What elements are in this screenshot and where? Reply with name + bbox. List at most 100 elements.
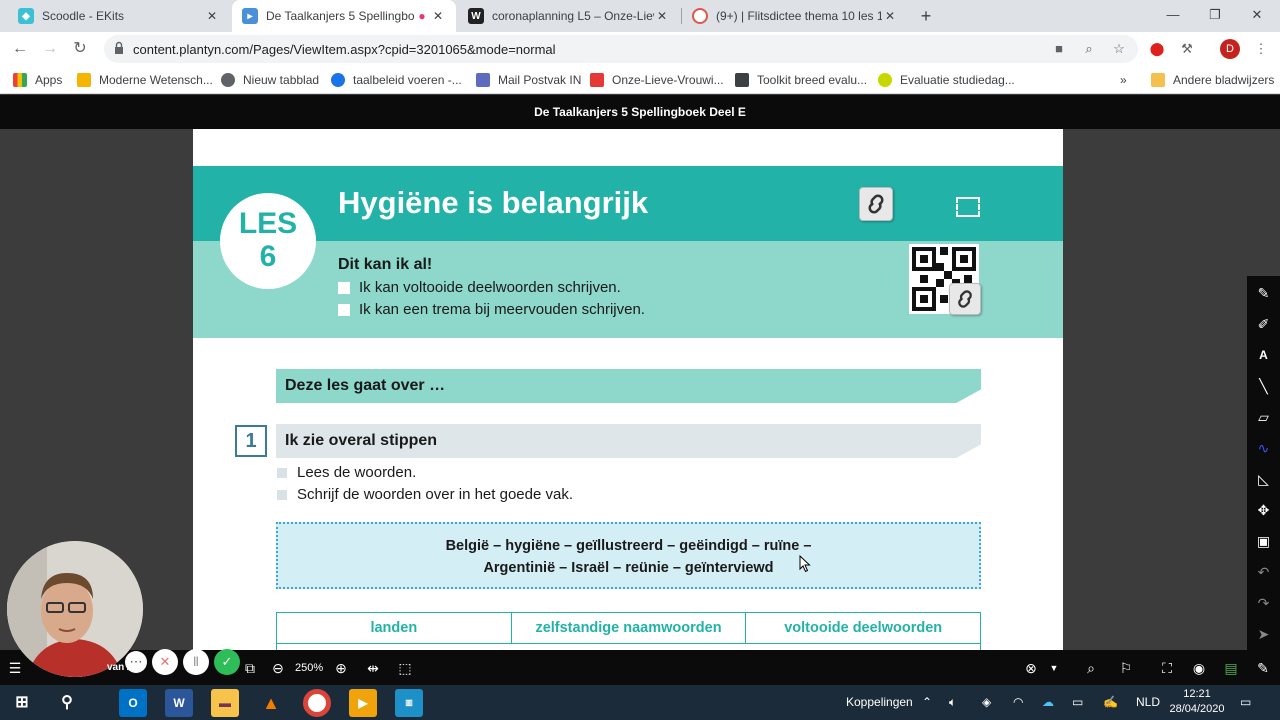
- eye-icon[interactable]: ◉: [1189, 658, 1209, 678]
- new-tab-button[interactable]: +: [914, 4, 938, 28]
- search-icon[interactable]: ⚲: [53, 689, 81, 717]
- recording-icon: ●: [418, 9, 426, 23]
- line-tool-icon[interactable]: ╲: [1247, 371, 1280, 402]
- eraser-icon[interactable]: ▱: [1247, 402, 1280, 433]
- zoom-icon[interactable]: ⌕: [1080, 40, 1098, 58]
- bookmark-item[interactable]: Moderne Wetensch...: [77, 70, 213, 90]
- bookmark-item[interactable]: Nieuw tabblad: [221, 70, 319, 90]
- notifications-icon[interactable]: ▭: [1240, 685, 1251, 720]
- link-icon[interactable]: [859, 187, 893, 221]
- exercise-title: Ik zie overal stippen: [276, 424, 981, 458]
- edit-pen-icon[interactable]: ✎: [1253, 658, 1273, 678]
- wifi-icon[interactable]: ◠: [1013, 685, 1023, 720]
- forward-arrow-icon[interactable]: →: [38, 37, 62, 61]
- pen-icon[interactable]: ✎: [1247, 278, 1280, 309]
- school-icon: [590, 73, 604, 87]
- qr-link-icon[interactable]: [949, 283, 981, 315]
- language-indicator[interactable]: NLD: [1136, 685, 1160, 720]
- film-icon[interactable]: [956, 197, 980, 217]
- lock-icon: [115, 41, 123, 54]
- mail-icon: [476, 73, 490, 87]
- zoom-in-icon[interactable]: ⊕: [331, 658, 351, 678]
- outlook-icon[interactable]: O: [119, 689, 147, 717]
- hamburger-menu-icon[interactable]: ☰: [5, 658, 25, 678]
- tab-coronaplanning[interactable]: W coronaplanning L5 – Onze-Lieve- ✕: [458, 0, 680, 32]
- tab-strip: ◆ Scoodle - EKits ✕ ▸ De Taalkanjers 5 S…: [0, 0, 1280, 32]
- other-bookmarks[interactable]: Andere bladwijzers: [1151, 70, 1274, 90]
- presenter-face-image: [7, 541, 143, 677]
- pointer-icon[interactable]: ➤: [1247, 619, 1280, 650]
- pen-workspace-icon[interactable]: ✍: [1103, 685, 1118, 720]
- close-tab-icon[interactable]: ✕: [654, 9, 670, 23]
- bookmark-item[interactable]: Evaluatie studiedag...: [878, 70, 1015, 90]
- extension-icon[interactable]: ⚒: [1178, 40, 1196, 58]
- lesson-title: Hygiëne is belangrijk: [338, 185, 649, 220]
- bibliotheek-icon[interactable]: ▥: [395, 689, 423, 717]
- battery-icon[interactable]: ▭: [1072, 685, 1083, 720]
- search-icon[interactable]: ⌕: [1081, 658, 1101, 678]
- pause-recording-icon[interactable]: Ⅱ: [183, 649, 209, 675]
- close-tab-icon[interactable]: ✕: [204, 9, 220, 23]
- redo-icon[interactable]: ↷: [1247, 588, 1280, 619]
- finish-recording-icon[interactable]: ✓: [214, 649, 240, 675]
- bookmark-item[interactable]: Toolkit breed evalu...: [735, 70, 867, 90]
- profile-avatar[interactable]: D: [1220, 39, 1240, 59]
- file-explorer-icon[interactable]: ▬: [211, 689, 239, 717]
- camera-icon[interactable]: ■: [1050, 40, 1068, 58]
- windows-start-icon[interactable]: ⊞: [8, 689, 36, 717]
- menu-icon[interactable]: ⋮: [1252, 40, 1270, 58]
- bookmark-item[interactable]: Mail Postvak IN: [476, 70, 581, 90]
- more-options-icon[interactable]: ⋯: [125, 651, 147, 673]
- restore-button[interactable]: ❐: [1192, 0, 1238, 32]
- translate-icon[interactable]: ⊗: [1021, 658, 1041, 678]
- close-tab-icon[interactable]: ✕: [882, 9, 898, 23]
- save-icon[interactable]: ▤: [1221, 658, 1241, 678]
- close-tab-icon[interactable]: ✕: [430, 9, 446, 23]
- dropbox-icon[interactable]: ◈: [982, 685, 991, 720]
- onedrive-icon[interactable]: ☁: [1042, 685, 1054, 720]
- tab-scoodle[interactable]: ◆ Scoodle - EKits ✕: [8, 0, 230, 32]
- webcam-preview: [7, 541, 143, 677]
- bookmarks-overflow-button[interactable]: »: [1120, 70, 1127, 90]
- close-window-button[interactable]: ✕: [1234, 0, 1280, 32]
- connections-label[interactable]: Koppelingen: [846, 685, 913, 720]
- reload-icon[interactable]: ↻: [68, 37, 92, 61]
- lesson-badge: LES 6: [220, 193, 316, 289]
- word-line: Argentinië – Israël – reünie – geïntervi…: [483, 560, 774, 576]
- media-player-icon[interactable]: ▶: [349, 689, 377, 717]
- freehand-icon[interactable]: ∿: [1247, 433, 1280, 464]
- chrome-icon[interactable]: [303, 689, 331, 717]
- chevron-down-icon[interactable]: ▼: [1047, 658, 1061, 678]
- vlc-icon[interactable]: ▲: [257, 689, 285, 717]
- bookmark-item[interactable]: taalbeleid voeren -...: [331, 70, 462, 90]
- bookmark-item[interactable]: Onze-Lieve-Vrouwi...: [590, 70, 724, 90]
- image-icon[interactable]: ▣: [1247, 526, 1280, 557]
- chevron-up-icon[interactable]: ⌃: [922, 685, 932, 720]
- ruler-icon[interactable]: ◺: [1247, 464, 1280, 495]
- text-tool-icon[interactable]: A: [1247, 340, 1280, 371]
- tab-taalkanjers[interactable]: ▸ De Taalkanjers 5 Spellingboe ● ✕: [232, 0, 456, 32]
- minimize-button[interactable]: —: [1150, 0, 1196, 32]
- bookmark-label: Nieuw tabblad: [243, 73, 320, 87]
- move-icon[interactable]: ✥: [1247, 495, 1280, 526]
- table-header: zelfstandige naamwoorden: [511, 613, 747, 644]
- pages-icon[interactable]: ⧉: [240, 658, 260, 678]
- bookmark-icon[interactable]: ⚐: [1116, 658, 1136, 678]
- undo-icon[interactable]: ↶: [1247, 557, 1280, 588]
- back-arrow-icon[interactable]: ←: [8, 37, 32, 61]
- highlighter-icon[interactable]: ✐: [1247, 309, 1280, 340]
- opera-extension-icon[interactable]: ⬤: [1148, 40, 1166, 58]
- word-icon[interactable]: W: [165, 689, 193, 717]
- exercise-number: 1: [235, 425, 267, 457]
- tab-flitsdictee[interactable]: (9+) | Flitsdictee thema 10 les 1 ✕: [682, 0, 908, 32]
- bookmark-apps[interactable]: Apps: [13, 70, 62, 90]
- address-bar[interactable]: content.plantyn.com/Pages/ViewItem.aspx?…: [104, 35, 1138, 63]
- zoom-out-icon[interactable]: ⊖: [268, 658, 288, 678]
- fit-width-icon[interactable]: ⇹: [363, 658, 383, 678]
- fullscreen-icon[interactable]: ⬚: [395, 658, 415, 678]
- cancel-recording-icon[interactable]: ✕: [152, 649, 178, 675]
- bookmark-star-icon[interactable]: ☆: [1110, 40, 1128, 58]
- volume-icon[interactable]: 🔈︎: [949, 685, 956, 720]
- expand-icon[interactable]: ⛶: [1157, 658, 1177, 678]
- clock[interactable]: 12:21 28/04/2020: [1165, 687, 1229, 717]
